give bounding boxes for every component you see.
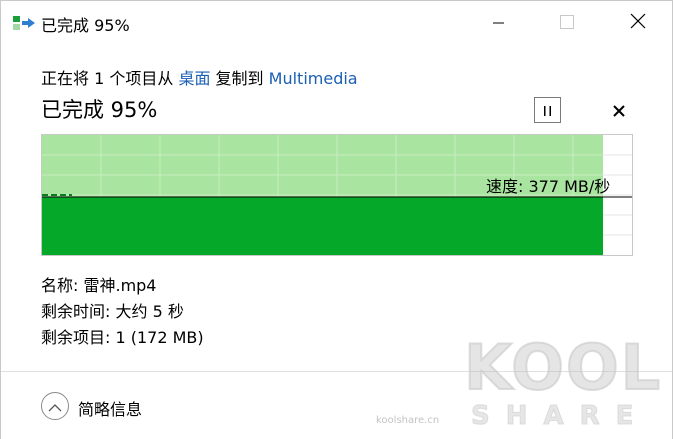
destination-folder-link[interactable]: Multimedia: [269, 69, 358, 88]
minimize-button[interactable]: [476, 1, 522, 45]
close-button[interactable]: [615, 1, 661, 45]
maximize-button[interactable]: [544, 1, 590, 45]
close-icon: [630, 13, 646, 33]
pause-icon: [543, 101, 553, 120]
file-name: 名称: 雷神.mp4: [41, 276, 157, 295]
chevron-up-icon: [48, 397, 62, 416]
minimize-icon: [493, 14, 505, 33]
copy-description-prefix: 正在将 1 个项目从: [41, 69, 179, 88]
collapse-details-button[interactable]: [41, 392, 69, 420]
speed-label: 速度: 377 MB/秒: [486, 177, 611, 196]
title-bar[interactable]: 已完成 95%: [1, 1, 672, 45]
items-remaining: 剩余项目: 1 (172 MB): [41, 328, 204, 347]
transfer-details: 名称: 雷神.mp4 剩余时间: 大约 5 秒 剩余项目: 1 (172 MB): [41, 273, 204, 351]
cancel-button[interactable]: [606, 98, 632, 124]
collapse-details-label[interactable]: 简略信息: [78, 396, 142, 420]
copy-dialog-window: 已完成 95% 正在将 1 个项目从 桌面 复制到 Multimedia 已完成…: [0, 0, 673, 439]
graph-current-fill: [42, 197, 603, 255]
copy-description-middle: 复制到: [210, 69, 269, 88]
pause-button[interactable]: [534, 97, 561, 123]
time-remaining: 剩余时间: 大约 5 秒: [41, 302, 184, 321]
progress-title: 已完成 95%: [41, 98, 158, 122]
source-folder-link[interactable]: 桌面: [178, 69, 210, 88]
copy-progress-icon: [13, 15, 35, 31]
dialog-footer: 简略信息: [1, 371, 672, 439]
window-title: 已完成 95%: [41, 16, 130, 35]
copy-description: 正在将 1 个项目从 桌面 复制到 Multimedia: [41, 65, 358, 89]
cancel-icon: [613, 102, 625, 121]
maximize-icon: [560, 14, 574, 33]
